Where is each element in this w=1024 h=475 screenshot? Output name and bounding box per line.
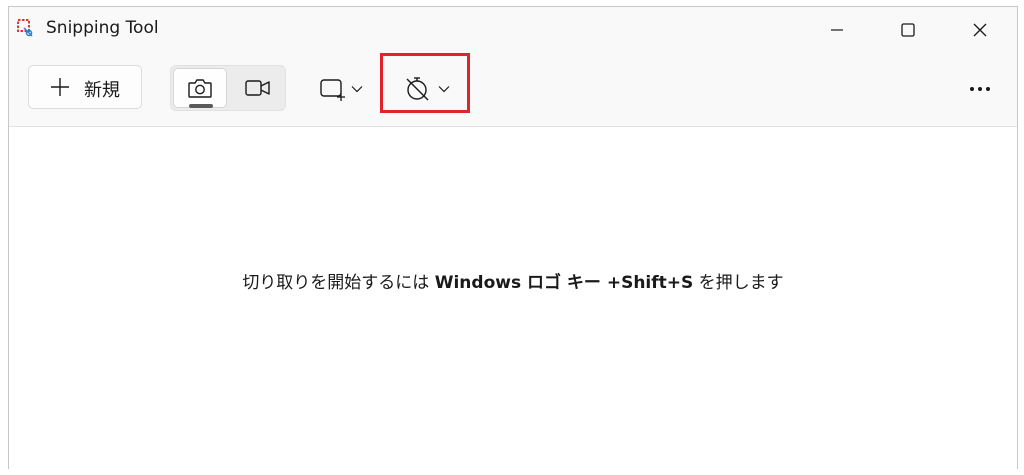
new-snip-label: 新規 <box>84 80 120 101</box>
minimize-button[interactable] <box>817 15 857 45</box>
snip-shape-dropdown[interactable] <box>319 71 363 107</box>
rectangle-snip-icon <box>320 79 345 101</box>
new-snip-button[interactable]: 新規 <box>28 65 142 109</box>
toolbar: 新規 <box>9 53 1017 127</box>
record-mode-button[interactable] <box>231 68 285 108</box>
snip-canvas-area: 切り取りを開始するには Windows ロゴ キー +Shift+S を押します <box>9 127 1017 469</box>
maximize-button[interactable] <box>888 15 928 45</box>
more-options-button[interactable] <box>962 79 998 99</box>
snipping-tool-window: Snipping Tool 新規 切り取りを開始するには Windows ロゴ … <box>8 6 1018 469</box>
chevron-down-icon <box>438 86 450 93</box>
plus-icon <box>49 76 71 102</box>
hint-shortcut: Windows ロゴ キー +Shift+S <box>434 273 694 293</box>
camera-icon <box>188 79 212 98</box>
selected-indicator <box>189 104 213 108</box>
capture-mode-toggle <box>170 65 286 111</box>
snipping-tool-app-icon <box>17 19 35 37</box>
chevron-down-icon <box>351 86 363 93</box>
minimize-icon <box>831 29 843 31</box>
more-icon <box>970 87 974 91</box>
video-camera-icon <box>245 80 270 96</box>
no-timer-icon <box>406 77 429 101</box>
close-button[interactable] <box>960 15 1000 45</box>
snip-mode-button[interactable] <box>173 68 227 108</box>
more-icon <box>978 87 982 91</box>
more-icon <box>986 87 990 91</box>
hint-suffix: を押します <box>698 273 784 293</box>
start-hint: 切り取りを開始するには Windows ロゴ キー +Shift+S を押します <box>9 268 1017 293</box>
title-bar: Snipping Tool <box>9 7 1017 53</box>
maximize-icon <box>901 23 915 37</box>
close-icon <box>973 23 987 37</box>
timer-dropdown[interactable] <box>404 71 450 107</box>
hint-prefix: 切り取りを開始するには <box>242 273 430 293</box>
window-title: Snipping Tool <box>46 18 159 38</box>
